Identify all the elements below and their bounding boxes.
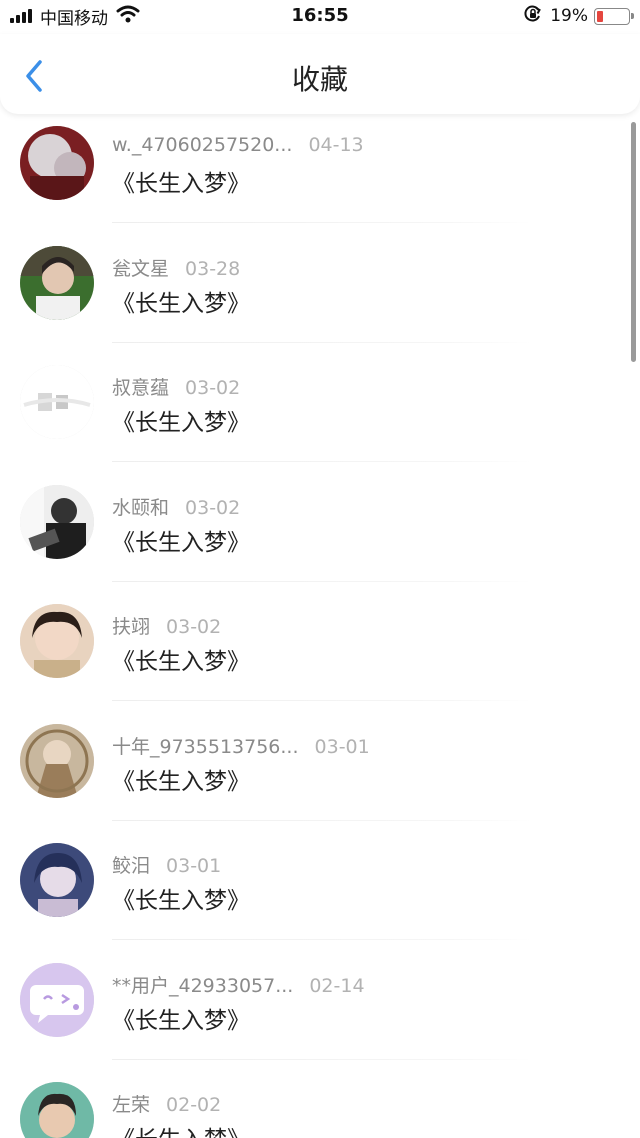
favorite-item[interactable]: 十年_9735513756... 03-01 《长生入梦》 [0, 712, 640, 832]
favorite-item[interactable]: 鲛汨 03-01 《长生入梦》 [0, 831, 640, 951]
user-name: 鲛汨 [112, 855, 151, 877]
favorite-item[interactable]: 瓮文星 03-28 《长生入梦》 [0, 234, 640, 354]
navigation-bar: 收藏 [0, 34, 640, 114]
orientation-lock-icon [524, 5, 542, 27]
user-name: 扶翊 [112, 616, 151, 638]
divider [112, 580, 532, 582]
avatar[interactable] [20, 1082, 94, 1138]
user-name: 十年_9735513756... [112, 735, 299, 758]
favorite-item[interactable]: 左荣 02-02 《长生入梦》 [0, 1070, 640, 1138]
favorites-list[interactable]: w._47060257520... 04-13 《长生入梦》 瓮文星 03-28 《… [0, 114, 640, 1138]
item-date: 03-01 [314, 735, 370, 758]
avatar-image [20, 604, 94, 678]
avatar[interactable] [20, 843, 94, 917]
item-title: 《长生入梦》 [112, 171, 250, 197]
item-title: 《长生入梦》 [112, 529, 250, 556]
item-title: 《长生入梦》 [112, 1120, 250, 1138]
favorite-item[interactable]: **用户_42933057... 02-14 《长生入梦》 [0, 951, 640, 1071]
scrollbar[interactable] [631, 122, 636, 362]
item-title: 《长生入梦》 [112, 649, 250, 675]
item-meta: 叔意蕴 03-02 [112, 373, 240, 400]
status-right: 19% [524, 5, 634, 27]
status-bar: 中国移动 16:55 19% [0, 0, 640, 34]
item-meta: 水颐和 03-02 [112, 493, 240, 520]
avatar-image [20, 126, 94, 200]
page-title: 收藏 [291, 63, 348, 96]
avatar[interactable] [20, 365, 94, 439]
divider [112, 700, 532, 701]
battery-icon [594, 7, 634, 25]
item-meta: 左荣 02-02 [112, 1090, 221, 1117]
avatar[interactable] [20, 604, 94, 678]
avatar-image [20, 723, 94, 798]
favorite-item[interactable]: 叔意蕴 03-02 《长生入梦》 [0, 353, 640, 473]
divider [112, 222, 532, 223]
divider [112, 1058, 532, 1060]
item-date: 03-01 [166, 855, 222, 877]
avatar-image [20, 365, 94, 439]
item-title: 《长生入梦》 [112, 1007, 250, 1034]
item-date: 03-28 [185, 257, 241, 280]
avatar[interactable] [20, 245, 94, 320]
avatar[interactable] [20, 962, 94, 1037]
battery-percent: 19% [550, 6, 588, 26]
favorite-item[interactable]: w._47060257520... 04-13 《长生入梦》 [0, 114, 640, 234]
avatar-image [20, 843, 94, 917]
item-title: 《长生入梦》 [112, 768, 250, 795]
battery-level [597, 10, 603, 22]
item-meta: 十年_9735513756... 03-01 [112, 732, 370, 759]
item-title: 《长生入梦》 [112, 410, 250, 436]
item-date: 03-02 [185, 377, 241, 399]
user-name: **用户_42933057... [112, 974, 294, 997]
item-date: 02-02 [166, 1094, 222, 1116]
avatar-image [20, 484, 94, 559]
divider [112, 939, 532, 940]
avatar[interactable] [20, 126, 94, 200]
avatar-image [20, 1082, 94, 1138]
user-name: 瓮文星 [112, 257, 170, 280]
divider [112, 819, 532, 821]
item-meta: 瓮文星 03-28 [112, 254, 240, 281]
divider [112, 461, 532, 462]
item-meta: 鲛汨 03-01 [112, 851, 221, 878]
item-title: 《长生入梦》 [112, 888, 250, 914]
item-date: 03-02 [166, 616, 222, 638]
item-meta: w._47060257520... 04-13 [112, 134, 364, 156]
avatar-image [20, 245, 94, 320]
item-date: 04-13 [308, 134, 364, 156]
item-date: 02-14 [309, 974, 365, 997]
user-name: 左荣 [112, 1094, 151, 1116]
avatar[interactable] [20, 723, 94, 798]
favorite-item[interactable]: 水颐和 03-02 《长生入梦》 [0, 473, 640, 593]
favorite-item[interactable]: 扶翊 03-02 《长生入梦》 [0, 592, 640, 712]
item-date: 03-02 [185, 496, 241, 519]
user-name: w._47060257520... [112, 134, 293, 156]
item-title: 《长生入梦》 [112, 290, 250, 317]
avatar-image [20, 962, 94, 1037]
avatar[interactable] [20, 484, 94, 559]
divider [112, 341, 532, 343]
item-meta: 扶翊 03-02 [112, 612, 221, 639]
user-name: 水颐和 [112, 496, 170, 519]
item-meta: **用户_42933057... 02-14 [112, 971, 365, 998]
user-name: 叔意蕴 [112, 377, 170, 399]
